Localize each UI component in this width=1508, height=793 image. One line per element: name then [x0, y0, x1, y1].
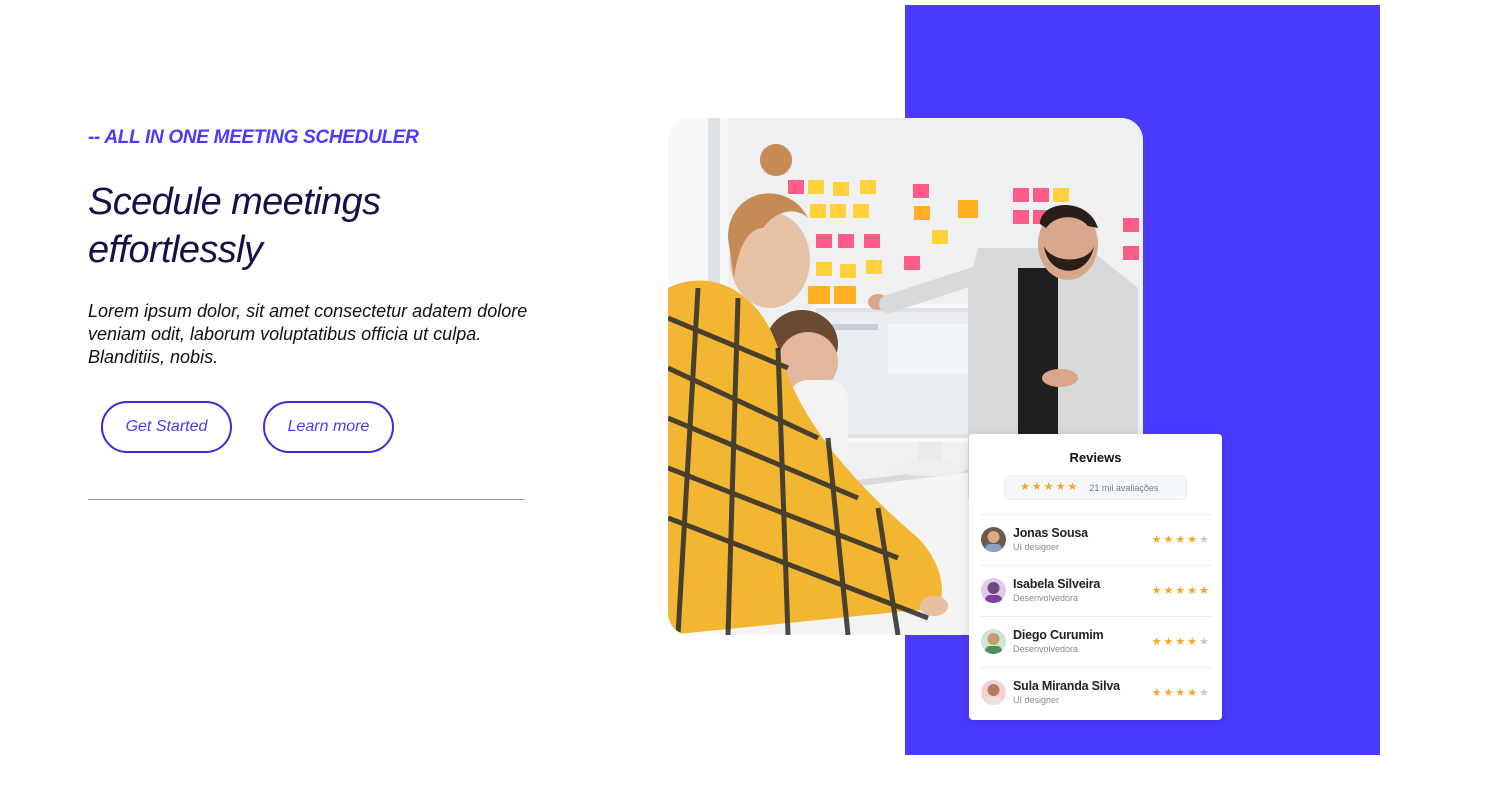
review-stars: ★ ★ ★ ★ ★	[1152, 637, 1209, 648]
star-icon: ★	[1163, 585, 1174, 597]
reviews-title: Reviews	[1069, 450, 1122, 465]
star-icon: ★	[1043, 481, 1054, 493]
star-icon: ★	[1199, 687, 1209, 699]
star-icon: ★	[1151, 534, 1162, 546]
star-icon: ★	[1020, 481, 1030, 493]
star-icon: ★	[1031, 481, 1042, 493]
get-started-button[interactable]: Get Started	[101, 401, 232, 453]
reviewer-name: Diego Curumim	[1013, 628, 1104, 642]
hero-intro-text: Lorem ipsum dolor, sit amet consectetur …	[88, 301, 528, 367]
hero-eyebrow: -- ALL IN ONE MEETING SCHEDULER	[88, 127, 419, 148]
star-icon: ★	[1175, 687, 1186, 699]
star-icon: ★	[1175, 534, 1186, 546]
star-icon: ★	[1163, 636, 1174, 648]
reviews-card: Reviews ★ ★ ★ ★ ★ 21 mil avaliações Jona…	[969, 434, 1222, 720]
star-icon: ★	[1151, 636, 1162, 648]
reviewer-name: Jonas Sousa	[1013, 526, 1088, 540]
star-icon: ★	[1187, 534, 1198, 546]
star-icon: ★	[1151, 585, 1162, 597]
review-stars: ★ ★ ★ ★ ★	[1152, 535, 1209, 546]
star-icon: ★	[1199, 585, 1209, 597]
star-icon: ★	[1175, 636, 1186, 648]
divider	[88, 499, 525, 500]
review-row: Isabela Silveira Desenvolvedora ★ ★ ★ ★ …	[980, 565, 1211, 616]
star-icon: ★	[1163, 687, 1174, 699]
star-half-icon: ★	[1067, 481, 1078, 493]
review-stars: ★ ★ ★ ★ ★	[1152, 586, 1209, 597]
reviewer-name: Isabela Silveira	[1013, 577, 1101, 591]
star-icon: ★	[1187, 687, 1198, 699]
avatar-icon	[981, 629, 1006, 654]
review-row: Diego Curumim Desenvolvedora ★ ★ ★ ★ ★	[980, 616, 1211, 667]
star-icon: ★	[1175, 585, 1186, 597]
reviewer-role: UI designer	[1013, 542, 1060, 552]
learn-more-button[interactable]: Learn more	[263, 401, 394, 453]
star-icon: ★	[1151, 687, 1162, 699]
star-icon: ★	[1187, 585, 1198, 597]
star-icon: ★	[1055, 481, 1066, 493]
summary-stars: ★ ★ ★ ★ ★	[1020, 482, 1077, 493]
star-icon: ★	[1199, 636, 1209, 648]
star-icon: ★	[1187, 636, 1198, 648]
reviewer-name: Sula Miranda Silva	[1013, 679, 1120, 693]
review-row: Jonas Sousa UI designer ★ ★ ★ ★ ★	[980, 514, 1211, 565]
avatar-icon	[981, 527, 1006, 552]
reviewer-role: UI designer	[1013, 695, 1060, 705]
avatar-icon	[981, 680, 1006, 705]
avatar-icon	[981, 578, 1006, 603]
hero-headline: Scedule meetings effortlessly	[88, 181, 381, 271]
star-icon: ★	[1163, 534, 1174, 546]
reviewer-role: Desenvolvedora	[1013, 593, 1079, 603]
reviews-summary: ★ ★ ★ ★ ★ 21 mil avaliações	[1004, 475, 1187, 500]
reviewer-role: Desenvolvedora	[1013, 644, 1079, 654]
review-row: Sula Miranda Silva UI designer ★ ★ ★ ★ ★	[980, 667, 1211, 718]
reviews-count: 21 mil avaliações	[1089, 482, 1159, 493]
review-stars: ★ ★ ★ ★ ★	[1152, 688, 1209, 699]
star-icon: ★	[1199, 534, 1209, 546]
